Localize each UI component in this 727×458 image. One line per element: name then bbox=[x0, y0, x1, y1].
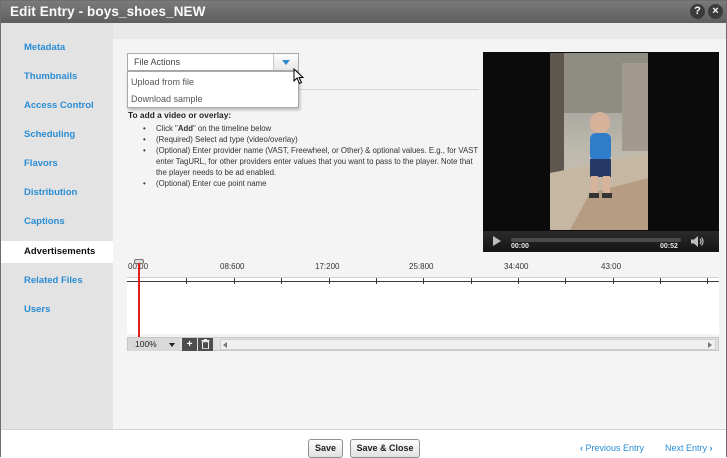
video-player[interactable]: 00:00 00:52 bbox=[483, 52, 719, 252]
sidebar-item-users[interactable]: Users bbox=[1, 299, 113, 321]
timeline-tick bbox=[423, 278, 424, 284]
timeline-tick bbox=[376, 278, 377, 284]
timeline-label: 25:800 bbox=[409, 262, 434, 271]
chevron-down-icon bbox=[282, 60, 290, 65]
chevron-left-icon: ‹ bbox=[580, 443, 583, 453]
sidebar-item-captions[interactable]: Captions bbox=[1, 211, 113, 233]
help-icon[interactable]: ? bbox=[690, 4, 705, 19]
scroll-left-icon[interactable] bbox=[223, 342, 227, 348]
mouse-cursor-icon bbox=[293, 68, 305, 85]
menu-item-upload-from-file[interactable]: Upload from file bbox=[131, 77, 194, 87]
sidebar-item-scheduling[interactable]: Scheduling bbox=[1, 124, 113, 146]
play-icon[interactable] bbox=[493, 236, 501, 246]
playback-progress-bar[interactable] bbox=[511, 238, 681, 242]
file-actions-menu: Upload from file Download sample bbox=[127, 71, 299, 108]
sidebar-item-metadata[interactable]: Metadata bbox=[1, 37, 113, 59]
timeline-tick bbox=[613, 278, 614, 284]
timeline-tick bbox=[234, 278, 235, 284]
save-button[interactable]: Save bbox=[308, 439, 343, 458]
timeline-label: 17:200 bbox=[315, 262, 340, 271]
delete-ad-button[interactable] bbox=[198, 338, 213, 351]
edit-entry-window: Edit Entry - boys_shoes_NEW ? × Metadata… bbox=[0, 0, 727, 458]
timeline-toolbar: 100% + bbox=[127, 337, 719, 351]
scroll-right-icon[interactable] bbox=[708, 342, 712, 348]
zoom-select[interactable]: 100% bbox=[128, 338, 180, 351]
timeline-tick bbox=[565, 278, 566, 284]
current-time: 00:00 bbox=[511, 243, 529, 250]
sidebar-item-flavors[interactable]: Flavors bbox=[1, 153, 113, 175]
window-titlebar: Edit Entry - boys_shoes_NEW ? × bbox=[1, 1, 726, 23]
sidebar-item-access-control[interactable]: Access Control bbox=[1, 95, 113, 117]
footer-bar: Save Save & Close ‹ Previous Entry Next … bbox=[1, 429, 726, 458]
timeline-tick bbox=[329, 278, 330, 284]
timeline-tick bbox=[660, 278, 661, 284]
trash-icon bbox=[201, 339, 210, 350]
timeline-tick bbox=[281, 278, 282, 284]
timeline-track[interactable] bbox=[127, 277, 719, 334]
ad-timeline[interactable]: 00:00 08:600 17:200 25:800 34:400 43:00 bbox=[127, 257, 719, 337]
ad-instructions: To add a video or overlay: Click "Add" o… bbox=[128, 110, 483, 189]
sidebar: Metadata Thumbnails Access Control Sched… bbox=[1, 23, 113, 429]
timeline-tick bbox=[518, 278, 519, 284]
window-title: Edit Entry - boys_shoes_NEW bbox=[10, 4, 206, 19]
add-ad-button[interactable]: + bbox=[182, 338, 197, 351]
instructions-list: Click "Add" on the timeline below (Requi… bbox=[143, 123, 483, 189]
menu-item-download-sample[interactable]: Download sample bbox=[131, 94, 203, 104]
instructions-heading: To add a video or overlay: bbox=[128, 110, 232, 120]
timeline-label: 34:400 bbox=[504, 262, 529, 271]
timeline-tick bbox=[471, 278, 472, 284]
zoom-value: 100% bbox=[135, 339, 157, 349]
next-entry-link[interactable]: Next Entry › bbox=[665, 443, 713, 453]
close-icon[interactable]: × bbox=[708, 4, 723, 19]
sidebar-item-advertisements[interactable]: Advertisements bbox=[1, 241, 113, 263]
chevron-down-icon bbox=[169, 343, 175, 347]
timeline-label: 43:00 bbox=[601, 262, 622, 271]
sidebar-item-thumbnails[interactable]: Thumbnails bbox=[1, 66, 113, 88]
timeline-tick bbox=[707, 278, 708, 284]
playhead-marker[interactable] bbox=[138, 263, 140, 337]
file-actions-dropdown[interactable]: File Actions bbox=[127, 53, 299, 71]
previous-entry-link[interactable]: ‹ Previous Entry bbox=[580, 443, 644, 453]
chevron-right-icon: › bbox=[709, 443, 713, 453]
duration: 00:52 bbox=[660, 243, 678, 250]
timeline-label: 08:600 bbox=[220, 262, 245, 271]
instruction-step: (Optional) Enter provider name (VAST, Fr… bbox=[143, 145, 483, 178]
timeline-tick bbox=[186, 278, 187, 284]
sidebar-item-distribution[interactable]: Distribution bbox=[1, 182, 113, 204]
save-and-close-button[interactable]: Save & Close bbox=[350, 439, 420, 458]
video-thumbnail-image bbox=[550, 53, 648, 230]
instruction-step: Click "Add" on the timeline below bbox=[143, 123, 483, 134]
volume-icon[interactable] bbox=[691, 236, 705, 247]
instruction-step: (Optional) Enter cue point name bbox=[143, 178, 483, 189]
timeline-scrollbar[interactable] bbox=[220, 339, 716, 350]
instruction-step: (Required) Select ad type (video/overlay… bbox=[143, 134, 483, 145]
player-controls: 00:00 00:52 bbox=[483, 231, 719, 252]
sidebar-item-related-files[interactable]: Related Files bbox=[1, 270, 113, 292]
file-actions-label: File Actions bbox=[134, 57, 181, 67]
video-frame bbox=[550, 53, 648, 230]
